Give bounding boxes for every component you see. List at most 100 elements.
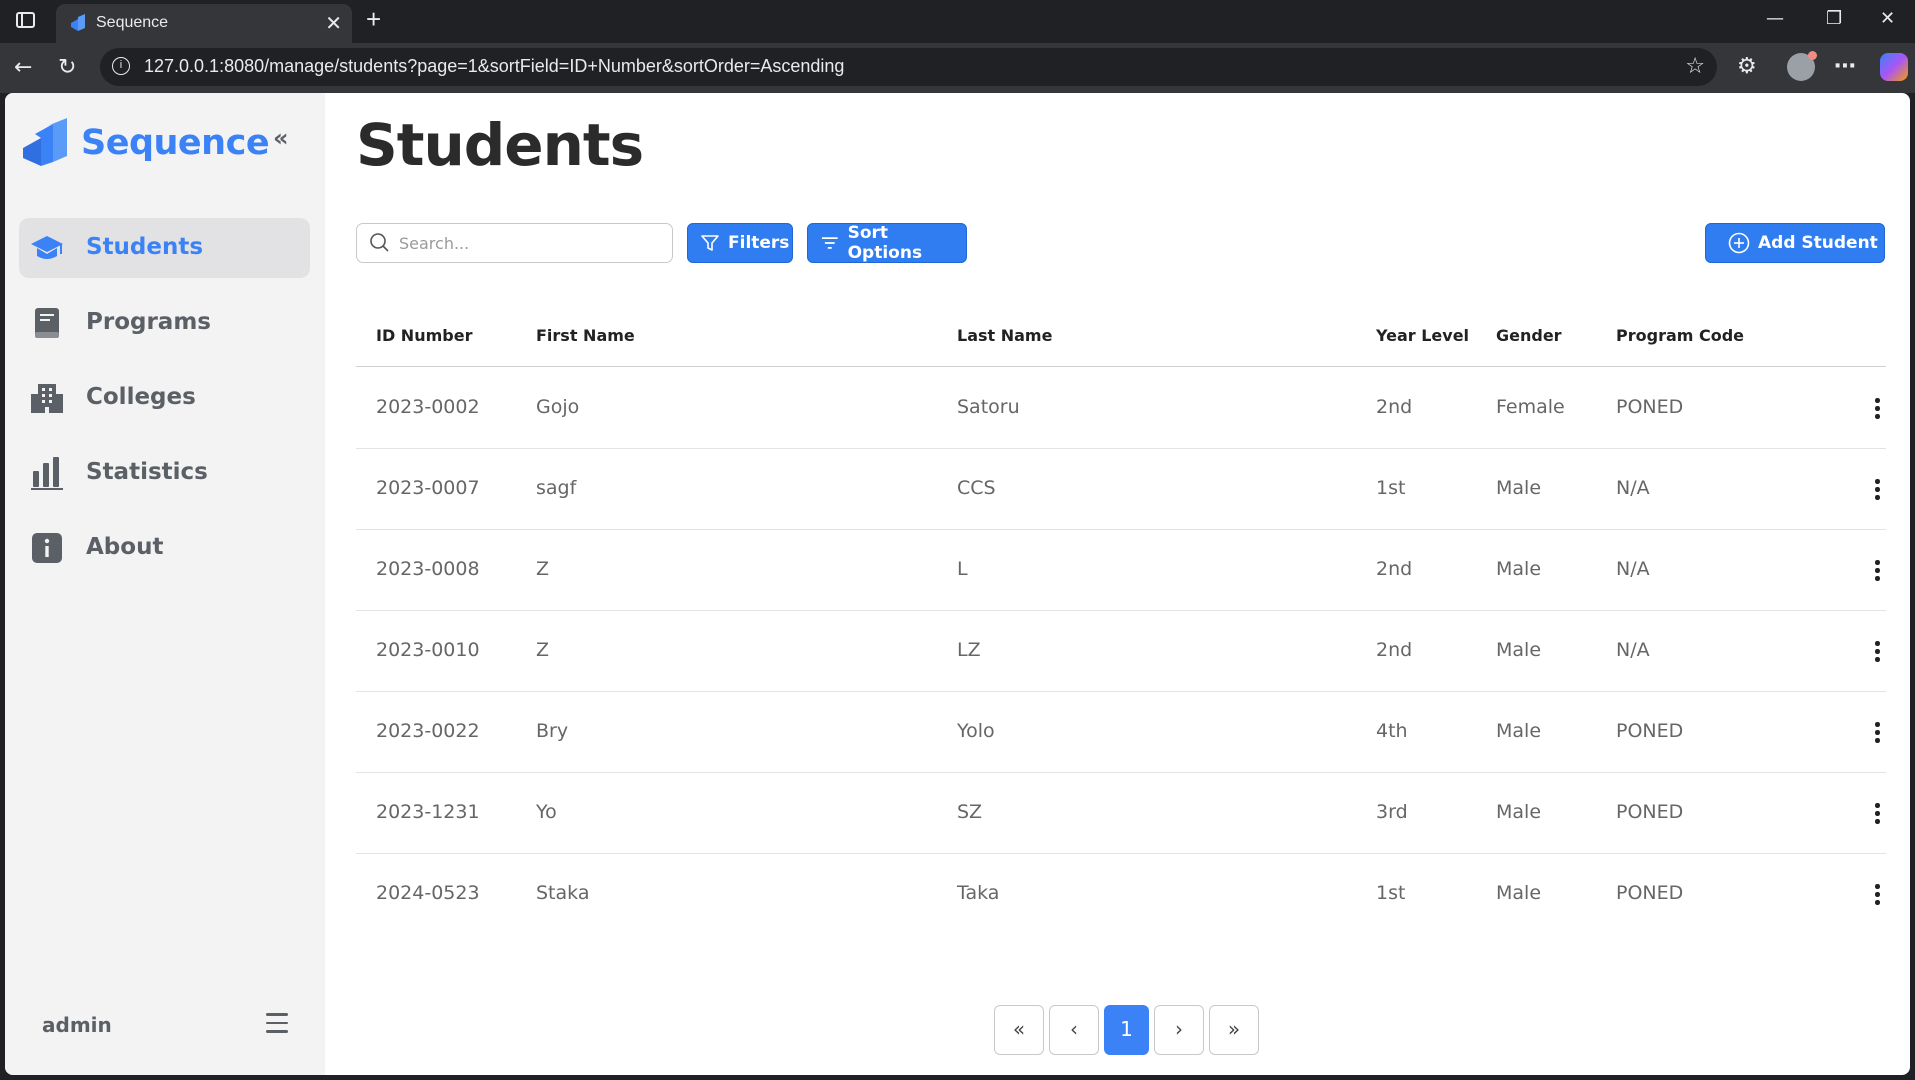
- tab-close-button[interactable]: ✕: [325, 11, 342, 36]
- table-row[interactable]: 2023-1231 Yo SZ 3rd Male PONED: [356, 773, 1886, 854]
- row-actions-icon[interactable]: [1875, 803, 1881, 825]
- table-row[interactable]: 2023-0002 Gojo Satoru 2nd Female PONED: [356, 368, 1886, 449]
- sort-icon: [821, 237, 838, 249]
- address-bar[interactable]: i 127.0.0.1:8080/manage/students?page=1&…: [100, 48, 1717, 86]
- cell-first-name: Gojo: [536, 396, 580, 418]
- cell-program-code: N/A: [1616, 477, 1650, 499]
- close-icon[interactable]: ✕: [1880, 8, 1895, 29]
- restore-icon[interactable]: ❐: [1826, 8, 1842, 29]
- cell-last-name: Yolo: [957, 720, 995, 742]
- hamburger-menu-icon[interactable]: [266, 1013, 288, 1039]
- book-icon: [35, 308, 59, 338]
- cell-program-code: PONED: [1616, 720, 1684, 742]
- current-user: admin: [42, 1013, 112, 1037]
- row-actions-icon[interactable]: [1875, 641, 1881, 663]
- table-row[interactable]: 2023-0022 Bry Yolo 4th Male PONED: [356, 692, 1886, 773]
- sidebar-toggle-icon[interactable]: [16, 12, 35, 28]
- cell-last-name: L: [957, 558, 968, 580]
- table-row[interactable]: 2023-0008 Z L 2nd Male N/A: [356, 530, 1886, 611]
- cell-id: 2023-0007: [376, 477, 480, 499]
- search-icon: [370, 233, 389, 252]
- reload-icon[interactable]: ↻: [58, 55, 76, 80]
- first-page-button[interactable]: «: [994, 1005, 1044, 1055]
- row-actions-icon[interactable]: [1875, 560, 1881, 582]
- sidebar-item-about[interactable]: About: [19, 518, 310, 578]
- cell-gender: Male: [1496, 639, 1542, 661]
- cell-id: 2023-0022: [376, 720, 480, 742]
- last-page-button[interactable]: »: [1209, 1005, 1259, 1055]
- row-actions-icon[interactable]: [1875, 479, 1881, 501]
- back-icon[interactable]: ←: [14, 55, 32, 80]
- cell-year-level: 4th: [1376, 720, 1408, 742]
- cell-last-name: CCS: [957, 477, 996, 499]
- more-icon[interactable]: ⋯: [1834, 54, 1856, 79]
- sidebar-item-statistics[interactable]: Statistics: [19, 443, 310, 503]
- graduation-cap-icon: [31, 236, 63, 259]
- cell-id: 2023-1231: [376, 801, 480, 823]
- column-header-last-name[interactable]: Last Name: [957, 326, 1052, 345]
- cell-program-code: N/A: [1616, 558, 1650, 580]
- sort-options-button[interactable]: Sort Options: [807, 223, 967, 263]
- filters-button[interactable]: Filters: [687, 223, 793, 263]
- cell-year-level: 3rd: [1376, 801, 1408, 823]
- copilot-icon[interactable]: [1880, 53, 1908, 81]
- sidebar-item-students[interactable]: Students: [19, 218, 310, 278]
- add-student-label: Add Student: [1758, 233, 1878, 253]
- table-row[interactable]: 2023-0007 sagf CCS 1st Male N/A: [356, 449, 1886, 530]
- sidebar-footer: admin: [42, 1013, 302, 1037]
- table-row[interactable]: 2023-0010 Z LZ 2nd Male N/A: [356, 611, 1886, 692]
- extensions-icon[interactable]: ⚙: [1737, 54, 1757, 79]
- cell-year-level: 2nd: [1376, 558, 1413, 580]
- cell-gender: Female: [1496, 396, 1565, 418]
- app-viewport: Sequence « Students Programs Colleges St…: [5, 93, 1910, 1075]
- minimize-icon[interactable]: —: [1766, 8, 1784, 29]
- url-text[interactable]: 127.0.0.1:8080/manage/students?page=1&so…: [144, 56, 844, 77]
- browser-toolbar: ← ↻ i 127.0.0.1:8080/manage/students?pag…: [0, 43, 1915, 93]
- info-icon[interactable]: i: [112, 57, 130, 75]
- collapse-sidebar-icon[interactable]: «: [273, 124, 289, 152]
- sequence-logo-icon: [23, 118, 67, 166]
- column-header-year-level[interactable]: Year Level: [1376, 326, 1469, 345]
- cell-id: 2023-0002: [376, 396, 480, 418]
- add-student-button[interactable]: Add Student: [1705, 223, 1885, 263]
- cell-gender: Male: [1496, 882, 1542, 904]
- bar-chart-icon: [31, 457, 63, 490]
- star-icon[interactable]: ☆: [1685, 54, 1705, 79]
- cell-gender: Male: [1496, 477, 1542, 499]
- main-content: Students Filters Sort Options: [325, 93, 1910, 1075]
- sidebar-item-colleges[interactable]: Colleges: [19, 368, 310, 428]
- cell-program-code: PONED: [1616, 801, 1684, 823]
- next-page-button[interactable]: ›: [1154, 1005, 1204, 1055]
- sidebar-item-label: Statistics: [86, 459, 208, 485]
- cell-first-name: Yo: [536, 801, 557, 823]
- cell-year-level: 2nd: [1376, 639, 1413, 661]
- new-tab-button[interactable]: +: [366, 4, 381, 35]
- prev-page-button[interactable]: ‹: [1049, 1005, 1099, 1055]
- browser-tab-bar: Sequence ✕ + — ❐ ✕: [0, 0, 1915, 43]
- table-row[interactable]: 2024-0523 Staka Taka 1st Male PONED: [356, 854, 1886, 935]
- column-header-first-name[interactable]: First Name: [536, 326, 635, 345]
- cell-first-name: sagf: [536, 477, 577, 499]
- row-actions-icon[interactable]: [1875, 884, 1881, 906]
- current-page-button[interactable]: 1: [1104, 1005, 1149, 1055]
- cell-first-name: Bry: [536, 720, 569, 742]
- filters-label: Filters: [728, 233, 790, 253]
- profile-icon[interactable]: [1787, 51, 1817, 81]
- cell-last-name: Satoru: [957, 396, 1020, 418]
- column-header-id[interactable]: ID Number: [376, 326, 472, 345]
- sidebar-item-label: Students: [86, 234, 204, 260]
- cell-first-name: Z: [536, 558, 550, 580]
- cell-last-name: LZ: [957, 639, 981, 661]
- sequence-favicon-icon: [71, 14, 85, 31]
- search-box[interactable]: [356, 223, 673, 263]
- row-actions-icon[interactable]: [1875, 722, 1881, 744]
- row-actions-icon[interactable]: [1875, 398, 1881, 420]
- sidebar: Sequence « Students Programs Colleges St…: [5, 93, 325, 1075]
- cell-gender: Male: [1496, 801, 1542, 823]
- sidebar-item-programs[interactable]: Programs: [19, 293, 310, 353]
- browser-tab[interactable]: Sequence ✕: [56, 4, 352, 43]
- column-header-gender[interactable]: Gender: [1496, 326, 1562, 345]
- column-header-program-code[interactable]: Program Code: [1616, 326, 1744, 345]
- cell-program-code: PONED: [1616, 882, 1684, 904]
- search-input[interactable]: [399, 230, 659, 256]
